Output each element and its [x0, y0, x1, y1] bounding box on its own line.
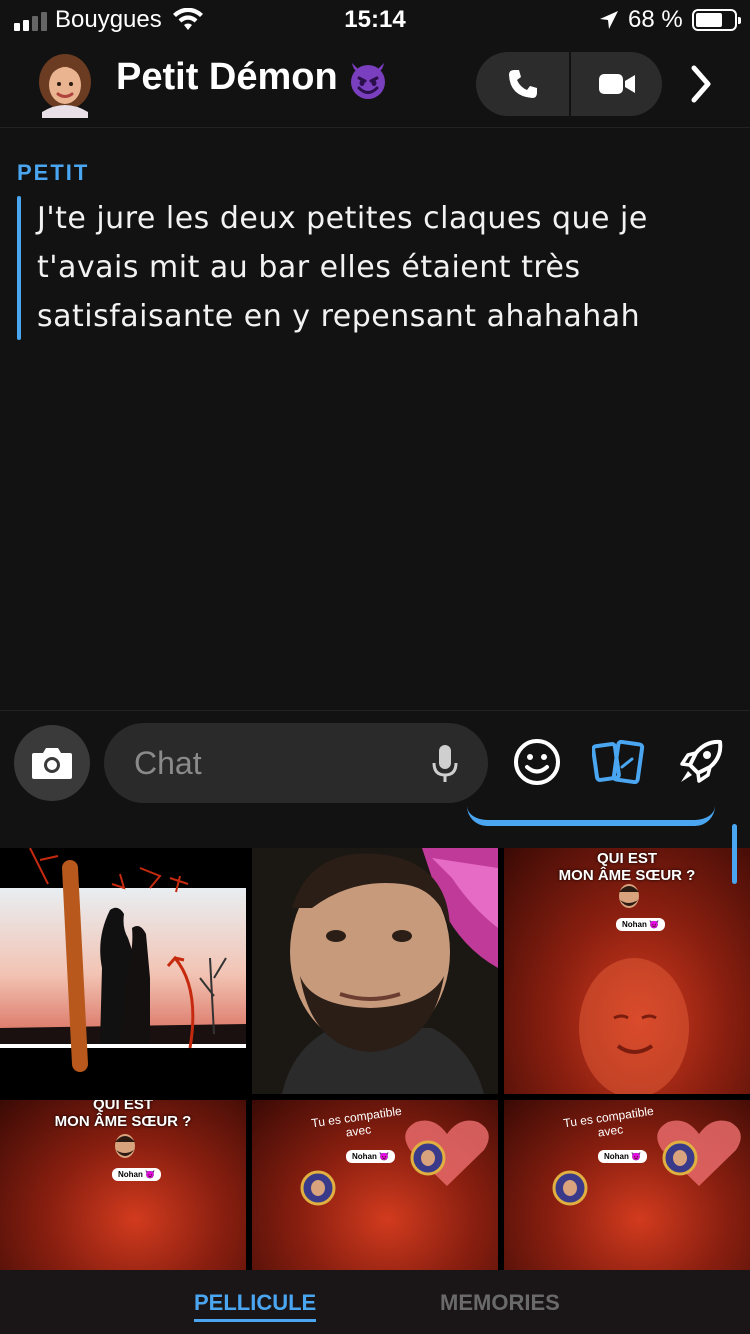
name-sticker: Nohan 😈	[598, 1150, 648, 1163]
drawer-handle[interactable]	[467, 806, 715, 826]
gallery-tile[interactable]: QUI EST MON ÂME SŒUR ? Nohan 😈	[0, 1100, 246, 1270]
badge-avatar-icon	[662, 1140, 698, 1176]
portrait-photo	[252, 848, 498, 1094]
video-call-button[interactable]	[569, 52, 662, 116]
badge-avatar-icon	[410, 1140, 446, 1176]
message-accent-bar	[17, 196, 21, 340]
voice-call-button[interactable]	[476, 52, 569, 116]
tab-memories[interactable]: MEMORIES	[440, 1290, 560, 1316]
chevron-right-icon[interactable]	[690, 64, 712, 104]
gallery-tile[interactable]: Tu es compatible avec Nohan 😈	[252, 1100, 498, 1270]
face-blur-image	[579, 958, 689, 1094]
call-buttons	[476, 52, 662, 116]
camera-roll-grid: QUI EST MON ÂME SŒUR ? Nohan 😈 QUI EST MON…	[0, 848, 750, 1270]
contact-name: Petit Démon	[116, 56, 338, 98]
status-bar: Bouygues 15:14 68 %	[0, 0, 750, 42]
badge-avatar-icon	[300, 1170, 336, 1206]
contact-avatar[interactable]	[36, 52, 94, 118]
battery-icon	[692, 9, 741, 31]
battery-percentage: 68 %	[628, 6, 683, 33]
gallery-tile[interactable]: Tu es compatible avec Nohan 😈	[504, 1100, 750, 1270]
microphone-icon[interactable]	[430, 743, 460, 785]
tile-caption: QUI EST MON ÂME SŒUR ?	[54, 1100, 192, 1130]
camera-icon	[32, 748, 72, 779]
smiling-devil-emoji-icon	[350, 62, 385, 99]
message-sender: PETIT	[17, 160, 90, 185]
silhouette-couple-image	[0, 848, 246, 1094]
tile-caption: Tu es compatible avec	[562, 1103, 655, 1140]
tab-camera-roll[interactable]: PELLICULE	[194, 1290, 317, 1322]
phone-icon	[508, 70, 537, 98]
video-camera-icon	[598, 74, 635, 94]
rocket-icon[interactable]	[676, 737, 726, 787]
badge-avatar-icon	[552, 1170, 588, 1206]
message-text[interactable]: J'te jure les deux petites claques que j…	[37, 194, 717, 341]
gallery-tile[interactable]	[0, 848, 246, 1094]
chat-input-container	[104, 723, 488, 803]
gallery-tabs: PELLICULE MEMORIES	[0, 1270, 750, 1334]
location-arrow-icon	[600, 11, 618, 29]
gallery-tile[interactable]: QUI EST MON ÂME SŒUR ? Nohan 😈	[504, 848, 750, 1094]
bitmoji-icon	[115, 1134, 135, 1158]
contact-name-row[interactable]: Petit Démon	[116, 56, 390, 101]
chat-header: Petit Démon	[0, 42, 750, 128]
camera-button[interactable]	[14, 725, 90, 801]
name-sticker: Nohan 😈	[112, 1168, 162, 1181]
name-sticker: Nohan 😈	[346, 1150, 396, 1163]
gallery-scrollbar[interactable]	[732, 824, 737, 884]
smiley-icon[interactable]	[512, 737, 562, 787]
name-sticker: Nohan 😈	[616, 918, 666, 931]
bitmoji-icon	[619, 884, 639, 908]
tile-caption: Tu es compatible avec	[310, 1103, 403, 1140]
tile-caption: QUI EST MON ÂME SŒUR ?	[558, 850, 696, 884]
cards-icon[interactable]	[592, 737, 646, 787]
chat-input[interactable]	[134, 723, 414, 803]
gallery-tile[interactable]	[252, 848, 498, 1094]
